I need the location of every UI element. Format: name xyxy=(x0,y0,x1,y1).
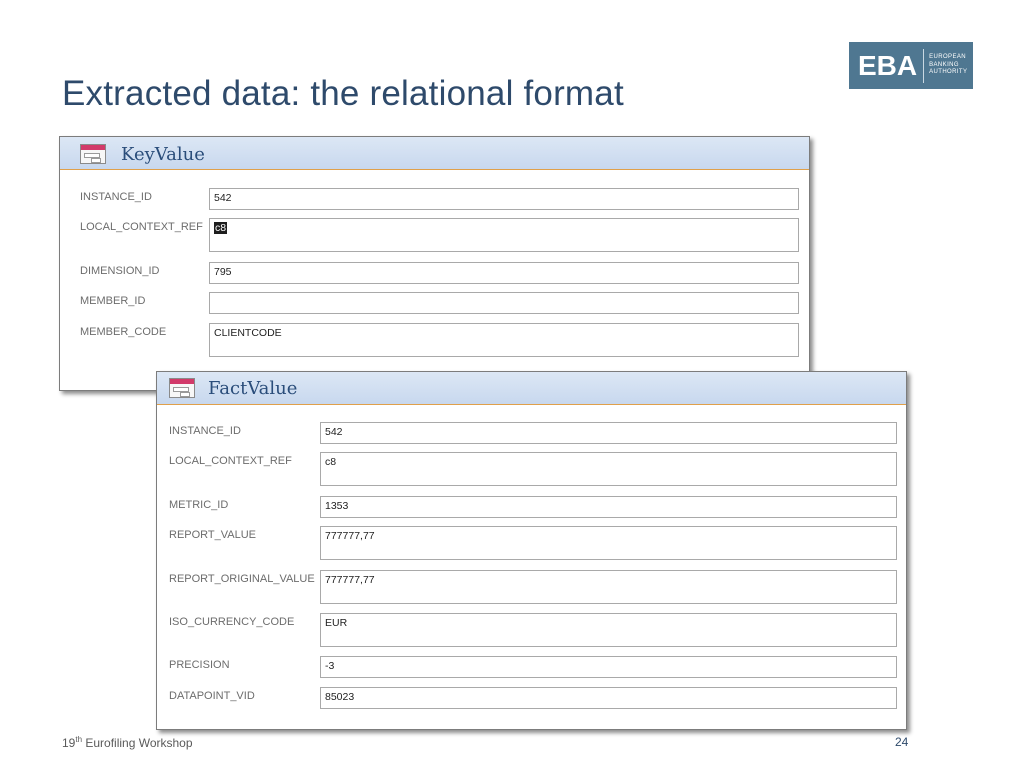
field-label: MEMBER_ID xyxy=(80,295,146,307)
factvalue-form-title: FactValue xyxy=(208,378,298,399)
access-form-icon xyxy=(80,144,106,164)
logo-mark: EBA xyxy=(858,49,918,81)
datapoint-vid-field[interactable]: 85023 xyxy=(320,687,897,709)
field-label: LOCAL_CONTEXT_REF xyxy=(169,455,292,467)
field-label: METRIC_ID xyxy=(169,499,229,511)
logo-words: EUROPEAN BANKING AUTHORITY xyxy=(929,54,968,76)
factvalue-form: FactValue INSTANCE_ID 542 LOCAL_CONTEXT_… xyxy=(156,371,907,730)
field-label: ISO_CURRENCY_CODE xyxy=(169,616,295,628)
field-label: INSTANCE_ID xyxy=(169,425,241,437)
field-label: REPORT_ORIGINAL_VALUE xyxy=(169,573,315,585)
field-label: DATAPOINT_VID xyxy=(169,690,255,702)
field-label: DIMENSION_ID xyxy=(80,265,160,277)
keyvalue-form-header: KeyValue xyxy=(60,137,809,170)
report-value-field[interactable]: 777777,77 xyxy=(320,526,897,560)
dimension-id-field[interactable]: 795 xyxy=(209,262,799,284)
slide-title: Extracted data: the relational format xyxy=(62,74,624,113)
logo-separator xyxy=(923,48,925,83)
keyvalue-form: KeyValue INSTANCE_ID 542 LOCAL_CONTEXT_R… xyxy=(59,136,810,391)
access-form-icon xyxy=(169,378,195,398)
factvalue-form-header: FactValue xyxy=(157,372,906,405)
precision-field[interactable]: -3 xyxy=(320,656,897,678)
field-label: REPORT_VALUE xyxy=(169,529,257,541)
field-label: PRECISION xyxy=(169,659,230,671)
page-number: 24 xyxy=(895,735,909,749)
metric-id-field[interactable]: 1353 xyxy=(320,496,897,518)
report-original-value-field[interactable]: 777777,77 xyxy=(320,570,897,604)
local-context-ref-field[interactable]: c8 xyxy=(209,218,799,252)
keyvalue-form-title: KeyValue xyxy=(121,144,205,165)
field-label: LOCAL_CONTEXT_REF xyxy=(80,221,203,233)
iso-currency-code-field[interactable]: EUR xyxy=(320,613,897,647)
instance-id-field[interactable]: 542 xyxy=(320,422,897,444)
member-code-field[interactable]: CLIENTCODE xyxy=(209,323,799,357)
eba-logo: EBA EUROPEAN BANKING AUTHORITY xyxy=(849,42,973,89)
selected-text: c8 xyxy=(214,222,228,234)
field-label: INSTANCE_ID xyxy=(80,191,152,203)
local-context-ref-field[interactable]: c8 xyxy=(320,452,897,486)
instance-id-field[interactable]: 542 xyxy=(209,188,799,210)
field-label: MEMBER_CODE xyxy=(80,326,167,338)
member-id-field[interactable] xyxy=(209,292,799,314)
footer-workshop: 19th Eurofiling Workshop xyxy=(62,735,193,750)
